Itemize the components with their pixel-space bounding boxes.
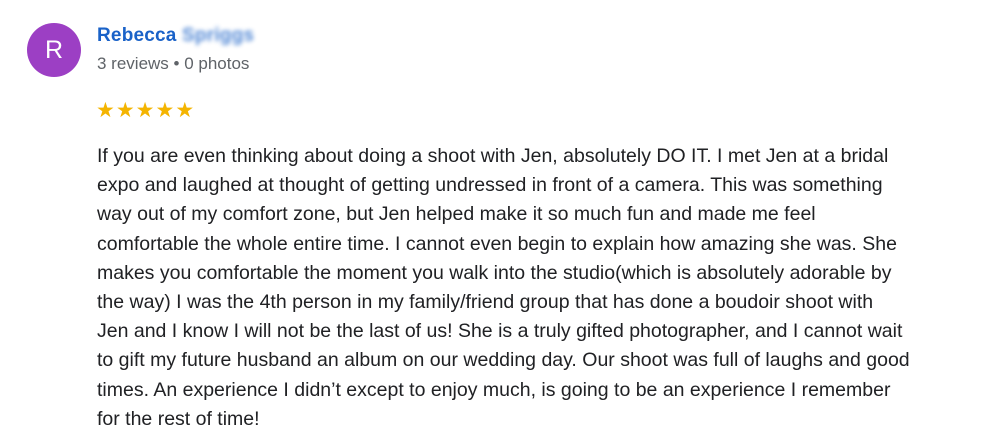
- star-icon: ★: [175, 99, 196, 122]
- review-text-line: way out of my comfort zone, but Jen help…: [97, 203, 816, 226]
- reviewer-name[interactable]: Rebecca Spriggs: [97, 25, 254, 47]
- reviewer-meta: 3 reviews • 0 photos: [97, 54, 250, 73]
- avatar[interactable]: R: [27, 23, 81, 77]
- review-text-line: expo and laughed at thought of getting u…: [97, 174, 883, 197]
- review-text: If you are even thinking about doing a s…: [97, 142, 992, 434]
- star-icon: ★: [115, 99, 136, 122]
- star-icon: ★: [135, 99, 156, 122]
- review-card: R Rebecca Spriggs 3 reviews • 0 photos ★…: [0, 0, 1000, 445]
- review-text-line: times. An experience I didn’t except to …: [97, 378, 891, 401]
- review-text-line: to gift my future husband an album on ou…: [97, 349, 910, 372]
- review-text-line: Jen and I know I will not be the last of…: [97, 320, 903, 343]
- review-text-line: for the rest of time!: [97, 407, 260, 430]
- reviewer-last-name-obscured: Spriggs: [182, 25, 255, 46]
- star-icon: ★: [96, 99, 116, 122]
- star-rating: ★★★★★: [96, 98, 195, 124]
- review-text-line: If you are even thinking about doing a s…: [97, 145, 889, 167]
- review-text-line: comfortable the whole entire time. I can…: [97, 232, 897, 255]
- review-text-line: the way) I was the 4th person in my fami…: [97, 291, 874, 314]
- reviewer-first-name[interactable]: Rebecca: [97, 25, 177, 46]
- review-text-line: makes you comfortable the moment you wal…: [97, 261, 892, 284]
- star-icon: ★: [155, 99, 176, 122]
